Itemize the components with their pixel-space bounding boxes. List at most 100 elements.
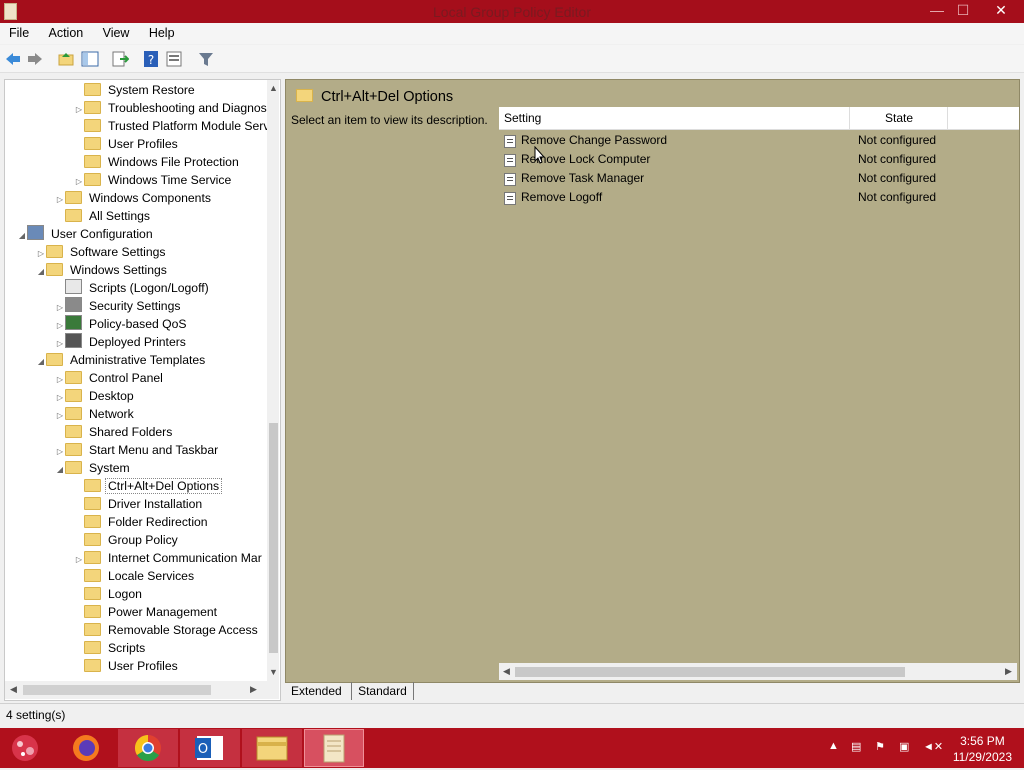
menu-help[interactable]: Help — [140, 23, 182, 40]
tree-item[interactable]: Trusted Platform Module Serv — [74, 117, 271, 135]
tree-horizontal-scrollbar[interactable]: ◀ ▶ — [5, 681, 279, 699]
collapse-arrow-icon[interactable]: ◢ — [17, 227, 27, 245]
scroll-up-icon[interactable]: ▲ — [269, 83, 278, 93]
tree-item[interactable]: Shared Folders — [55, 423, 174, 441]
tree-item-label: Windows Components — [89, 191, 211, 205]
tree-item[interactable]: Removable Storage Access — [74, 621, 260, 639]
tree-item[interactable]: ▷ Deployed Printers — [55, 333, 188, 351]
system-clock[interactable]: 3:56 PM 11/29/2023 — [953, 733, 1012, 765]
folder-icon — [84, 497, 101, 510]
tree-hscroll-thumb[interactable] — [23, 685, 211, 695]
setting-row[interactable]: Remove Task Manager Not configured — [504, 169, 1004, 188]
column-state[interactable]: State — [849, 107, 948, 129]
tree-item[interactable]: ▷ Desktop — [55, 387, 136, 405]
tab-extended[interactable]: Extended — [285, 682, 348, 700]
folder-icon — [65, 407, 82, 420]
tree-item[interactable]: ▷ Windows Time Service — [74, 171, 233, 189]
details-horizontal-scrollbar[interactable]: ◀ ▶ — [499, 663, 1017, 680]
tree-item[interactable]: Group Policy — [74, 531, 180, 549]
tree-item[interactable]: ▷ Troubleshooting and Diagnos — [74, 99, 269, 117]
tree-item[interactable]: Driver Installation — [74, 495, 204, 513]
tree-item[interactable]: Scripts (Logon/Logoff) — [55, 279, 211, 297]
properties-icon[interactable] — [165, 50, 183, 68]
tree-item[interactable]: System Restore — [74, 81, 197, 99]
collapse-arrow-icon[interactable]: ◢ — [36, 263, 46, 281]
taskbar-outlook[interactable]: O — [180, 729, 240, 767]
tree-item[interactable]: ▷ Policy-based QoS — [55, 315, 189, 333]
tree-item[interactable]: ◢ System — [55, 459, 132, 477]
scroll-right-icon[interactable]: ▶ — [1005, 666, 1012, 677]
tree-item[interactable]: ◢ Administrative Templates — [36, 351, 207, 369]
start-button-icon[interactable] — [8, 732, 42, 764]
folder-icon — [84, 659, 101, 672]
scroll-down-icon[interactable]: ▼ — [269, 667, 278, 677]
setting-row[interactable]: Remove Lock Computer Not configured — [504, 150, 1004, 169]
column-setting[interactable]: Setting — [504, 111, 541, 125]
details-hscroll-thumb[interactable] — [515, 667, 905, 677]
tree-item[interactable]: ◢ User Configuration — [17, 225, 155, 243]
help-icon[interactable]: ? — [142, 50, 160, 68]
tree-item[interactable]: User Profiles — [74, 135, 180, 153]
tree-item[interactable]: Logon — [74, 585, 144, 603]
close-button[interactable]: ✕ — [986, 0, 1016, 20]
tree-item[interactable]: Ctrl+Alt+Del Options — [74, 477, 223, 495]
menu-action[interactable]: Action — [40, 23, 91, 40]
scroll-left-icon[interactable]: ◀ — [503, 666, 510, 677]
tree-item[interactable]: ▷ Control Panel — [55, 369, 165, 387]
menu-view[interactable]: View — [94, 23, 137, 40]
folder-icon — [65, 389, 82, 402]
column-comment[interactable] — [947, 107, 1020, 129]
maximize-button[interactable]: ☐ — [948, 0, 978, 20]
setting-row[interactable]: Remove Logoff Not configured — [504, 188, 1004, 207]
tree-item[interactable]: ▷ Software Settings — [36, 243, 168, 261]
collapse-arrow-icon[interactable]: ◢ — [55, 461, 65, 479]
tree-item[interactable]: Folder Redirection — [74, 513, 210, 531]
taskbar-group-policy[interactable] — [304, 729, 364, 767]
setting-row[interactable]: Remove Change Password Not configured — [504, 131, 1004, 150]
outlook-icon: O — [195, 736, 223, 760]
scroll-left-icon[interactable]: ◀ — [10, 684, 17, 695]
show-hide-tree-icon[interactable] — [81, 50, 99, 68]
policy-setting-icon — [504, 154, 516, 167]
scroll-right-icon[interactable]: ▶ — [250, 684, 257, 695]
mouse-cursor-icon — [534, 146, 546, 164]
tree-item[interactable]: ▷ Start Menu and Taskbar — [55, 441, 220, 459]
show-hidden-icons-icon[interactable]: ▲ — [828, 740, 839, 752]
tree-item[interactable]: ▷ Internet Communication Mar — [74, 549, 264, 567]
tree-item[interactable]: All Settings — [55, 207, 152, 225]
collapse-arrow-icon[interactable]: ◢ — [36, 353, 46, 371]
tree-item[interactable]: ▷ Windows Components — [55, 189, 213, 207]
chrome-icon — [134, 734, 161, 762]
tree-item[interactable]: Power Management — [74, 603, 219, 621]
up-folder-icon[interactable] — [57, 50, 75, 68]
tree-item-label: Control Panel — [89, 371, 163, 385]
back-icon[interactable] — [4, 50, 22, 68]
tree-item-label: Folder Redirection — [108, 515, 208, 529]
tree-item[interactable]: ◢ Windows Settings — [36, 261, 169, 279]
tree-item[interactable]: Scripts — [74, 639, 147, 657]
tree-scroll-thumb[interactable] — [269, 423, 278, 653]
action-center-icon[interactable]: ▤ — [851, 740, 861, 753]
menu-file[interactable]: File — [0, 23, 36, 40]
tree-item[interactable]: ▷ Security Settings — [55, 297, 182, 315]
tree-item-label: Deployed Printers — [89, 335, 186, 349]
tree-item[interactable]: ▷ Network — [55, 405, 136, 423]
tree-item[interactable]: Locale Services — [74, 567, 196, 585]
filter-icon[interactable] — [197, 50, 215, 68]
forward-icon[interactable] — [26, 50, 44, 68]
export-list-icon[interactable] — [111, 50, 129, 68]
tree-item[interactable]: User Profiles — [74, 657, 180, 675]
tree-item-label: Desktop — [89, 389, 134, 403]
taskbar-file-explorer[interactable] — [242, 729, 302, 767]
svg-text:O: O — [198, 742, 208, 757]
taskbar-chrome[interactable] — [118, 729, 178, 767]
setting-name: Remove Logoff — [521, 190, 603, 204]
tab-standard[interactable]: Standard — [351, 682, 414, 700]
volume-muted-icon[interactable]: ◄✕ — [923, 740, 943, 753]
tree-vertical-scrollbar[interactable]: ▲ ▼ — [267, 80, 279, 681]
network-icon[interactable]: ▣ — [899, 740, 909, 753]
flag-icon[interactable]: ⚑ — [875, 740, 885, 753]
tree-item[interactable]: Windows File Protection — [74, 153, 241, 171]
navigation-tree[interactable]: System Restore ▷ Troubleshooting and Diagn… — [4, 79, 281, 701]
taskbar-firefox[interactable] — [56, 729, 116, 767]
